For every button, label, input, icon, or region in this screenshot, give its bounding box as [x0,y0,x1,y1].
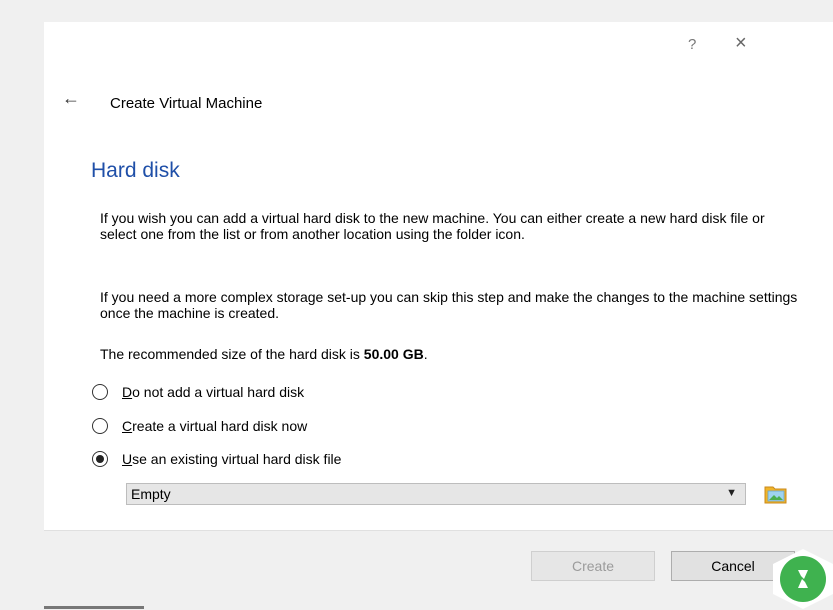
option-create-disk[interactable]: Create a virtual hard disk now [92,416,307,436]
radio-button[interactable] [92,418,108,434]
wizard-title: Create Virtual Machine [110,95,263,112]
description-paragraph-2: If you need a more complex storage set-u… [100,289,798,321]
back-arrow-icon[interactable]: ← [62,88,80,109]
option-label: Create a virtual hard disk now [122,418,307,434]
description-paragraph-1: If you wish you can add a virtual hard d… [100,210,765,242]
option-label: Do not add a virtual hard disk [122,384,304,400]
logo-icon [780,556,826,602]
option-mnemonic: U [122,451,133,467]
option-mnemonic: C [122,418,133,434]
recommended-size-value: 50.00 GB [363,346,424,362]
radio-button-selected[interactable] [92,451,108,467]
recommended-size-suffix: . [423,346,428,362]
option-label: Use an existing virtual hard disk file [122,451,341,467]
create-vm-dialog: ? × ← Create Virtual Machine Hard disk I… [44,22,833,610]
option-label-text: reate a virtual hard disk now [132,418,308,434]
help-button[interactable]: ? [688,36,696,53]
radio-dot [96,455,104,463]
recommended-size-prefix: The recommended size of the hard disk is [100,346,364,362]
option-label-text: o not add a virtual hard disk [132,384,305,400]
option-label-text: se an existing virtual hard disk file [132,451,342,467]
close-button[interactable]: × [735,32,747,55]
disk-select[interactable]: Empty ▼ [126,483,746,505]
option-mnemonic: D [122,384,133,400]
create-button[interactable]: Create [531,551,655,581]
option-existing-disk[interactable]: Use an existing virtual hard disk file [92,449,341,469]
chevron-down-icon[interactable]: ▼ [726,487,737,499]
radio-button[interactable] [92,384,108,400]
option-no-disk[interactable]: Do not add a virtual hard disk [92,382,304,402]
page-title: Hard disk [91,159,180,182]
recommended-size-text: The recommended size of the hard disk is… [100,346,800,362]
disk-select-value: Empty [131,486,171,502]
dialog-footer: Create Cancel [44,530,833,610]
folder-icon[interactable] [764,484,788,504]
